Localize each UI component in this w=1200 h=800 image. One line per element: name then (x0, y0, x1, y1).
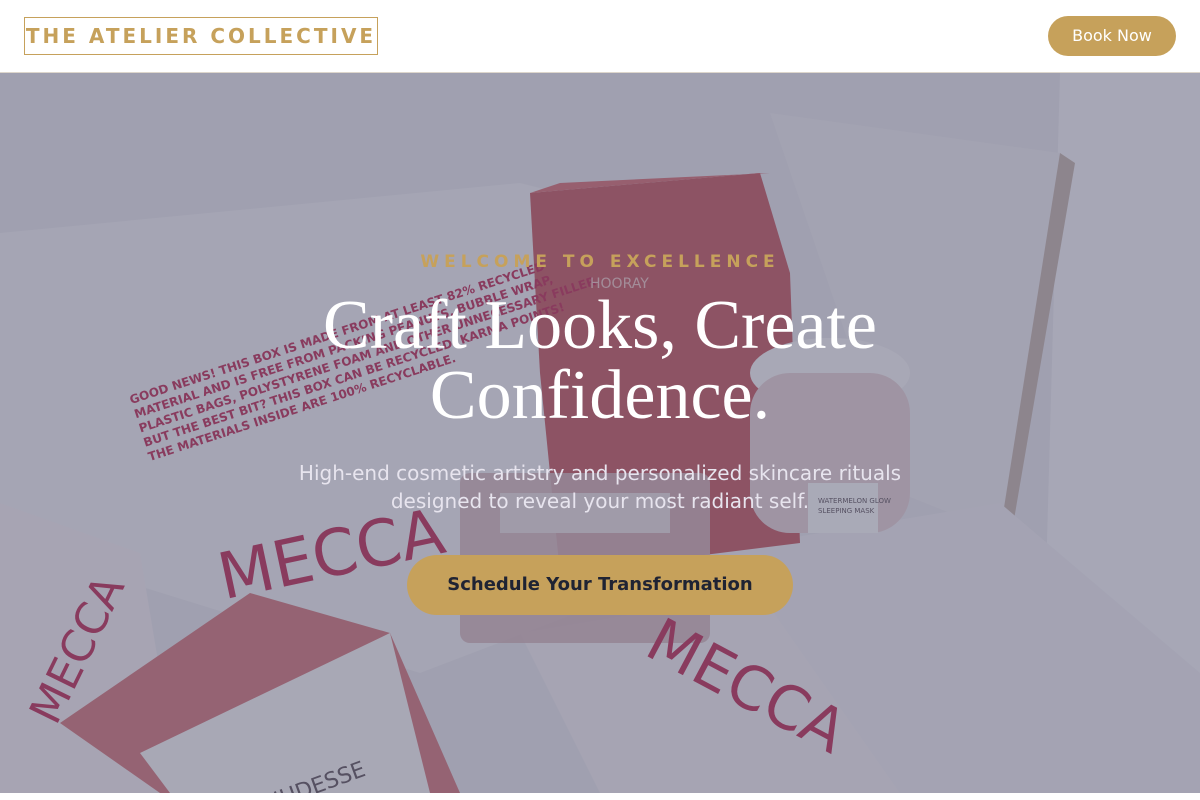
hero-content: WELCOME TO EXCELLENCE Craft Looks, Creat… (0, 73, 1200, 793)
hero-eyebrow: WELCOME TO EXCELLENCE (420, 252, 780, 272)
page-bottom-strip (0, 793, 1200, 800)
hero-section: GOOD NEWS! THIS BOX IS MADE FROM AT LEAS… (0, 73, 1200, 793)
brand-logo[interactable]: THE ATELIER COLLECTIVE (24, 17, 378, 55)
schedule-transformation-button[interactable]: Schedule Your Transformation (407, 555, 793, 615)
book-now-button[interactable]: Book Now (1048, 16, 1176, 56)
hero-subtext: High-end cosmetic artistry and personali… (298, 461, 902, 513)
site-header: THE ATELIER COLLECTIVE Book Now (0, 0, 1200, 73)
hero-headline: Craft Looks, Create Confidence. (323, 287, 877, 434)
